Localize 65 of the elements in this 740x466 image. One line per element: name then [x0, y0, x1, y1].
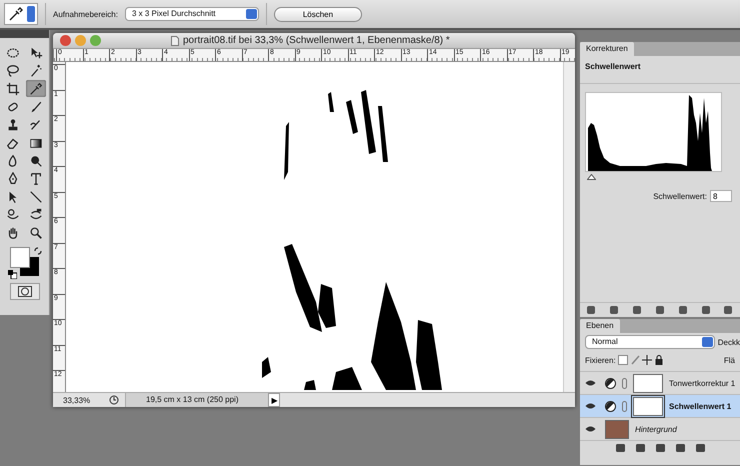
- tool-preset-picker[interactable]: [4, 3, 38, 25]
- tool-button[interactable]: [26, 80, 46, 97]
- panel-tab[interactable]: Korrekturen: [580, 42, 634, 56]
- wand-icon: [29, 64, 43, 78]
- background-color-swatch[interactable]: [20, 257, 38, 276]
- line-icon: [29, 190, 43, 204]
- lock-transparency-icon[interactable]: [618, 355, 628, 365]
- dropper-icon: [29, 82, 43, 96]
- layer-row[interactable]: Schwellenwert 1: [580, 395, 740, 418]
- stamp-icon: [6, 118, 20, 132]
- stepper-icon: [246, 9, 257, 19]
- panel-heading: Schwellenwert: [580, 56, 740, 84]
- document-size: 19,5 cm x 13 cm (250 ppi): [125, 393, 268, 407]
- half-circle-icon: [605, 378, 616, 388]
- fill-label: Flä: [724, 356, 735, 364]
- vertical-scrollbar[interactable]: [563, 62, 575, 392]
- orbit-icon: [6, 208, 20, 222]
- stepper-icon: [702, 337, 713, 347]
- orbit-camera-icon: [29, 208, 43, 222]
- slider-triangle-icon[interactable]: [587, 174, 596, 180]
- ball-icon: [29, 154, 43, 168]
- caret-icon: [27, 6, 35, 22]
- threshold-input[interactable]: 8: [710, 190, 732, 202]
- panel-tab[interactable]: Ebenen: [580, 319, 620, 333]
- mask-thumbnail: [633, 374, 663, 392]
- opacity-label: Deckk: [718, 338, 740, 346]
- hand-icon: [6, 226, 20, 240]
- layer-name: Schwellenwert 1: [669, 402, 732, 410]
- dashed-ellipse-icon: [6, 46, 20, 60]
- layer-name: Tonwertkorrektur 1: [669, 378, 736, 388]
- type-icon: [29, 172, 43, 186]
- swap-arrow-icon[interactable]: [34, 247, 42, 255]
- crop-icon: [6, 82, 20, 96]
- layer-name: Hintergrund: [635, 424, 677, 434]
- quick-mask-button[interactable]: [10, 283, 40, 300]
- circle-icon: [18, 286, 32, 297]
- search-icon: [29, 226, 43, 240]
- brush-icon: [29, 100, 43, 114]
- blend-mode-select[interactable]: Normal: [585, 335, 715, 349]
- lasso-icon: [6, 64, 20, 78]
- sample-size-label: Aufnahmebereich:: [53, 10, 118, 18]
- pen-icon: [6, 172, 20, 186]
- zoom-level[interactable]: 33,33%: [53, 396, 103, 404]
- document-icon: [171, 36, 179, 46]
- layer-row[interactable]: Hintergrund: [580, 418, 740, 441]
- brush-curl-icon: [29, 118, 43, 132]
- foreground-color-swatch[interactable]: [10, 247, 30, 268]
- move-cross-icon[interactable]: [642, 355, 652, 365]
- chain-icon: [622, 400, 627, 412]
- close-button[interactable]: [60, 35, 71, 46]
- status-menu-button[interactable]: ▶: [268, 393, 280, 407]
- chain-icon: [622, 378, 627, 388]
- clear-button[interactable]: Löschen: [274, 6, 362, 22]
- half-circle-icon: [605, 400, 616, 412]
- sample-size-select[interactable]: 3 x 3 Pixel Durchschnitt: [124, 7, 259, 21]
- lock-icon[interactable]: [654, 355, 664, 365]
- lock-label: Fixieren:: [585, 356, 616, 364]
- window-title: portrait08.tif bei 33,3% (Schwellenwert 1, Ebenenmaske/8) *: [183, 35, 450, 46]
- threshold-label: Schwellenwert:: [653, 192, 707, 200]
- status-icon[interactable]: [109, 395, 119, 405]
- arrow-cross-icon: [29, 46, 43, 60]
- dropper-icon: [7, 6, 25, 22]
- mask-thumbnail: [633, 396, 663, 416]
- default-colors-icon[interactable]: [8, 270, 16, 279]
- photo-placeholder: [605, 420, 629, 438]
